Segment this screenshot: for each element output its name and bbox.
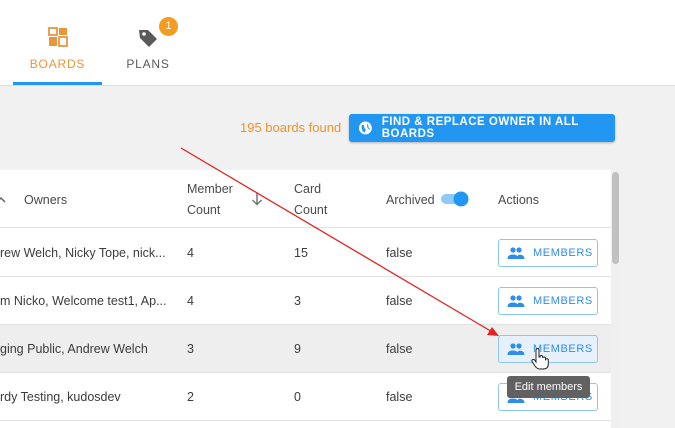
- tag-icon: 1: [137, 17, 178, 49]
- sort-arrow-icon[interactable]: [0, 195, 6, 205]
- table-scrollbar[interactable]: [611, 170, 620, 428]
- sort-down-icon[interactable]: [251, 192, 263, 206]
- hand-cursor-icon: [531, 348, 549, 370]
- header-card-count-line1[interactable]: Card: [294, 182, 321, 196]
- cell-archived: false: [386, 246, 413, 260]
- table-row: ging Public, Andrew Welch 3 9 false MEMB…: [0, 325, 611, 373]
- find-replace-owner-label: FIND & REPLACE OWNER IN ALL BOARDS: [381, 116, 579, 140]
- cell-archived: false: [386, 294, 413, 308]
- cell-card-count: 3: [294, 294, 301, 308]
- cell-card-count: 15: [294, 246, 308, 260]
- header-owners[interactable]: Owners: [24, 193, 67, 207]
- find-replace-owner-button[interactable]: FIND & REPLACE OWNER IN ALL BOARDS: [349, 114, 615, 142]
- members-button[interactable]: MEMBERS: [498, 287, 598, 315]
- boards-found-count: 195 boards found: [240, 120, 342, 135]
- group-icon: [507, 247, 525, 259]
- cell-member-count: 2: [187, 390, 194, 404]
- tab-boards[interactable]: BOARDS: [13, 0, 102, 86]
- scrollbar-thumb[interactable]: [612, 172, 619, 264]
- header-member-count-line2[interactable]: Count: [187, 203, 220, 217]
- top-tab-bar: BOARDS 1 PLANS: [0, 0, 675, 86]
- members-button-label: MEMBERS: [533, 247, 593, 259]
- boards-icon: [47, 27, 68, 49]
- header-actions: Actions: [498, 193, 539, 207]
- cell-archived: false: [386, 390, 413, 404]
- tab-plans-label: PLANS: [126, 57, 170, 71]
- cell-archived: false: [386, 342, 413, 356]
- cell-owners: ging Public, Andrew Welch: [0, 342, 148, 356]
- tab-plans[interactable]: 1 PLANS: [113, 0, 183, 86]
- members-button-label: MEMBERS: [533, 295, 593, 307]
- cell-owners: m Nicko, Welcome test1, Ap...: [0, 294, 167, 308]
- plans-badge: 1: [159, 17, 178, 36]
- edit-members-tooltip: Edit members: [507, 376, 590, 398]
- cell-member-count: 4: [187, 294, 194, 308]
- archived-toggle[interactable]: [440, 191, 470, 207]
- globe-icon: [358, 121, 372, 135]
- cell-card-count: 0: [294, 390, 301, 404]
- header-member-count-line1[interactable]: Member: [187, 182, 233, 196]
- members-button[interactable]: MEMBERS: [498, 239, 598, 267]
- table-header: Owners Member Count Card Count Archived …: [0, 170, 611, 228]
- cell-card-count: 9: [294, 342, 301, 356]
- group-icon: [507, 343, 525, 355]
- cell-owners: rdy Testing, kudosdev: [0, 390, 121, 404]
- tab-boards-label: BOARDS: [29, 57, 86, 71]
- header-archived: Archived: [386, 193, 435, 207]
- cell-owners: rew Welch, Nicky Tope, nick...: [0, 246, 166, 260]
- group-icon: [507, 295, 525, 307]
- active-tab-indicator: [13, 82, 102, 85]
- cell-member-count: 4: [187, 246, 194, 260]
- table-row: rew Welch, Nicky Tope, nick... 4 15 fals…: [0, 229, 611, 277]
- header-card-count-line2[interactable]: Count: [294, 203, 327, 217]
- cell-member-count: 3: [187, 342, 194, 356]
- table-row: m Nicko, Welcome test1, Ap... 4 3 false …: [0, 277, 611, 325]
